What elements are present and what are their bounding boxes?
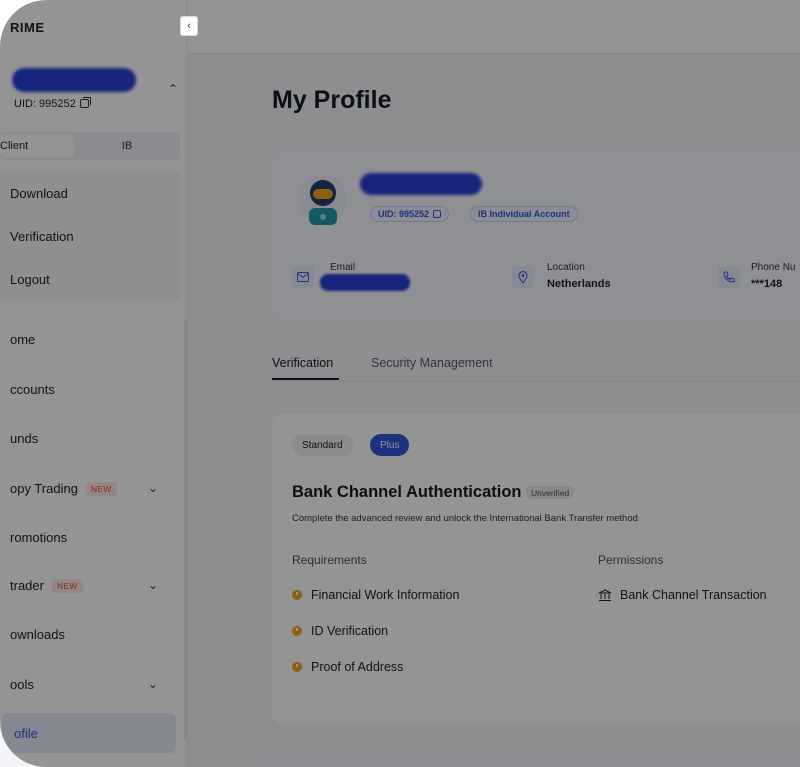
- tabs-divider: [272, 381, 800, 382]
- permissions-heading: Permissions: [598, 553, 664, 567]
- new-badge: NEW: [51, 578, 83, 593]
- user-menu: Download Verification Logout: [0, 172, 180, 300]
- app-window-inner: RIME ⌃ UID: 995252 Client IB Download Ve…: [0, 0, 800, 767]
- sidebar-item-label: ome: [10, 332, 36, 347]
- copy-icon[interactable]: [79, 97, 91, 108]
- chevron-down-icon[interactable]: ⌄: [148, 677, 158, 691]
- sidebar-item-label: trader: [10, 578, 44, 593]
- uid-chip: UID: 995252: [370, 206, 450, 222]
- status-badge: Unverified: [526, 486, 575, 499]
- phone-value: ***148: [751, 278, 783, 290]
- role-ib-label: IB: [121, 140, 133, 152]
- sidebar-item-label: ccounts: [10, 382, 55, 397]
- location-value: Netherlands: [547, 278, 611, 290]
- requirement-label: Financial Work Information: [311, 588, 460, 602]
- phone-label: Phone Nu: [751, 262, 796, 273]
- sidebar-item-home[interactable]: ome: [10, 332, 35, 347]
- chevron-up-icon[interactable]: ⌃: [168, 82, 178, 96]
- user-menu-download[interactable]: Download: [10, 186, 68, 201]
- sidebar-item-downloads[interactable]: ownloads: [10, 627, 65, 642]
- requirement-label: Proof of Address: [311, 660, 404, 674]
- sidebar-item-label: opy Trading: [10, 481, 78, 496]
- user-name-redacted: [12, 68, 136, 92]
- role-ib-tab[interactable]: IB: [74, 140, 180, 152]
- top-bar: [188, 0, 800, 54]
- pending-clock-icon: [292, 590, 302, 600]
- role-toggle: Client IB: [0, 132, 180, 160]
- user-menu-logout[interactable]: Logout: [10, 272, 50, 287]
- permission-label: Bank Channel Transaction: [620, 588, 767, 602]
- copy-icon[interactable]: [433, 210, 442, 218]
- sidebar-item-funds[interactable]: unds: [10, 431, 38, 446]
- pending-clock-icon: [292, 626, 302, 636]
- app-window: RIME ⌃ UID: 995252 Client IB Download Ve…: [0, 0, 800, 767]
- tab-active-indicator: [272, 378, 339, 380]
- sidebar: RIME ⌃ UID: 995252 Client IB Download Ve…: [0, 0, 188, 767]
- requirements-heading: Requirements: [292, 553, 367, 567]
- chevron-down-icon[interactable]: ⌄: [148, 481, 158, 495]
- pending-clock-icon: [292, 662, 302, 672]
- tab-verification[interactable]: Verification: [272, 356, 333, 370]
- sidebar-item-label: ofile: [14, 726, 38, 741]
- requirement-item: Proof of Address: [292, 660, 403, 674]
- account-type-label: IB Individual Account: [478, 209, 570, 219]
- new-badge: NEW: [85, 481, 117, 496]
- sidebar-item-label: unds: [10, 431, 39, 446]
- sidebar-scrollbar[interactable]: [184, 320, 187, 740]
- brand-logo: RIME: [10, 20, 45, 35]
- account-type-chip: IB Individual Account: [470, 206, 578, 222]
- requirement-label: ID Verification: [311, 624, 389, 638]
- sidebar-uid: UID: 995252: [14, 97, 91, 110]
- level-standard-button[interactable]: Standard: [292, 434, 353, 456]
- sidebar-item-profile[interactable]: ofile: [2, 713, 176, 753]
- location-label: Location: [547, 262, 585, 273]
- requirement-item: ID Verification: [292, 624, 388, 638]
- sidebar-item-label: ools: [10, 677, 34, 692]
- sidebar-item-accounts[interactable]: ccounts: [10, 382, 55, 397]
- bank-icon: [598, 588, 612, 601]
- sidebar-item-promotions[interactable]: romotions: [10, 530, 67, 545]
- verification-description: Complete the advanced review and unlock …: [292, 513, 638, 524]
- requirement-item: Financial Work Information: [292, 588, 459, 602]
- sidebar-item-label: romotions: [10, 530, 68, 545]
- chevron-down-icon[interactable]: ⌄: [148, 578, 158, 592]
- sidebar-uid-label: UID: 995252: [14, 98, 76, 110]
- role-client-tab[interactable]: Client: [0, 135, 74, 157]
- level-plus-button[interactable]: Plus: [370, 434, 410, 456]
- avatar: [299, 175, 347, 225]
- sidebar-item-label: ownloads: [10, 627, 65, 642]
- verification-title: Bank Channel Authentication: [292, 483, 522, 501]
- phone-icon: [718, 266, 740, 288]
- chevron-left-icon[interactable]: ‹: [180, 16, 198, 36]
- role-client-label: Client: [0, 140, 29, 152]
- user-menu-verification[interactable]: Verification: [10, 229, 74, 244]
- page-title: My Profile: [272, 86, 392, 114]
- sidebar-item-tools[interactable]: ools: [10, 677, 34, 692]
- profile-name-redacted: [360, 173, 482, 195]
- tab-security-management[interactable]: Security Management: [371, 356, 493, 370]
- profile-card: [272, 152, 800, 320]
- mail-icon: [292, 266, 314, 288]
- email-label: Email: [330, 262, 356, 273]
- location-pin-icon: [512, 266, 534, 288]
- permission-item: Bank Channel Transaction: [598, 588, 767, 602]
- sidebar-item-trader[interactable]: trader NEW: [10, 578, 83, 593]
- email-value-redacted: [320, 274, 410, 291]
- uid-chip-label: UID: 995252: [378, 209, 430, 219]
- sidebar-item-copy-trading[interactable]: opy Trading NEW: [10, 481, 117, 496]
- verification-card: [272, 414, 800, 724]
